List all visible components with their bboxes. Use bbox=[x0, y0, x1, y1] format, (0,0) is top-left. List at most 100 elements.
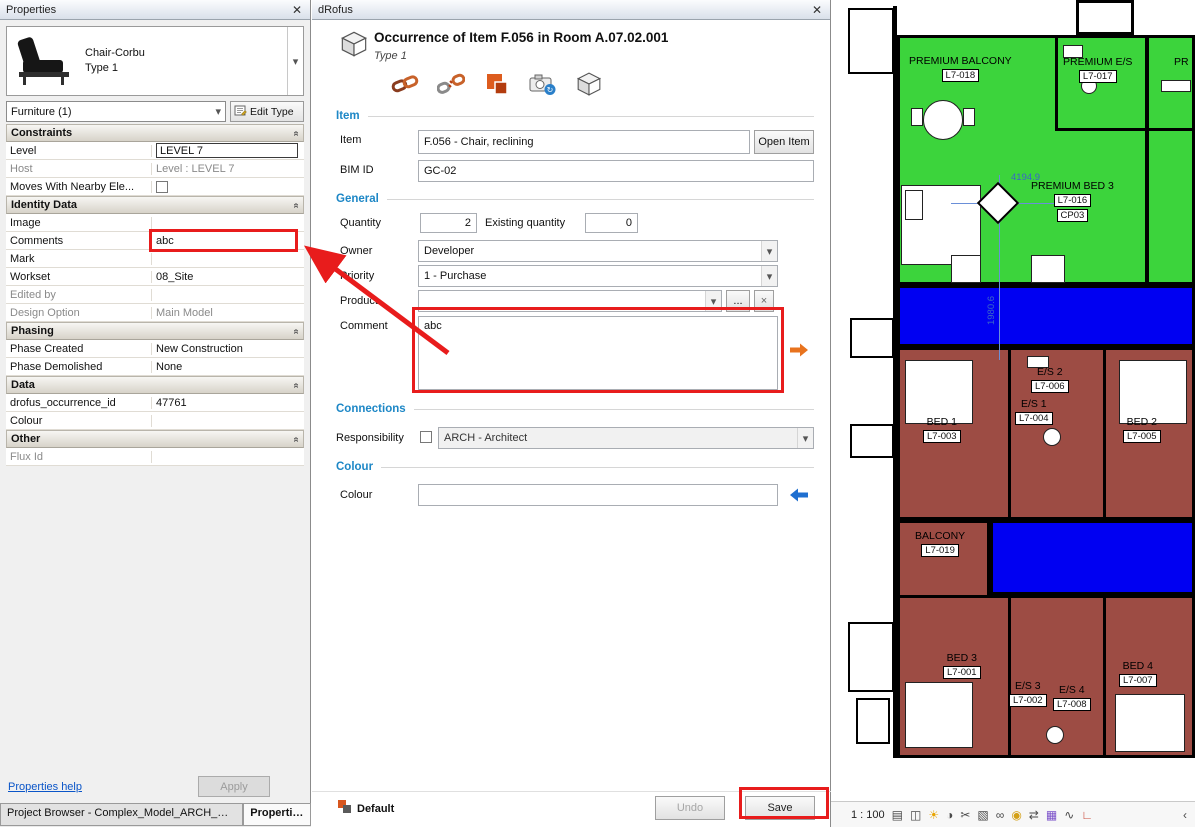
sink-symbol bbox=[1161, 80, 1191, 92]
bim-id-input[interactable]: GC-02 bbox=[418, 160, 814, 182]
product-dropdown[interactable]: ▾ bbox=[418, 290, 722, 312]
responsibility-checkbox[interactable] bbox=[420, 431, 432, 443]
edit-type-label: Edit Type bbox=[250, 106, 294, 118]
quantity-input[interactable]: 2 bbox=[420, 213, 477, 233]
product-label: Product bbox=[340, 295, 378, 307]
category-combobox[interactable]: Furniture (1) ▾ bbox=[6, 101, 226, 122]
unlink-icon[interactable] bbox=[436, 70, 466, 98]
floor-plan-view[interactable]: 4194.9 1980.6 PREMIUM BALCONY L7-018 PRE… bbox=[831, 0, 1195, 827]
comments-value-field[interactable]: abc bbox=[152, 232, 304, 249]
priority-dropdown[interactable]: 1 - Purchase ▾ bbox=[418, 265, 778, 287]
properties-titlebar[interactable]: Properties ✕ bbox=[0, 0, 310, 20]
owner-dropdown[interactable]: Developer ▾ bbox=[418, 240, 778, 262]
comment-label: Comment bbox=[340, 320, 388, 332]
section-data[interactable]: Data « bbox=[6, 376, 304, 394]
chevron-down-icon[interactable]: ▾ bbox=[287, 27, 303, 95]
bed-symbol bbox=[905, 360, 973, 424]
collapse-icon[interactable]: « bbox=[291, 382, 302, 388]
section-phasing[interactable]: Phasing « bbox=[6, 322, 304, 340]
section-constraints[interactable]: Constraints « bbox=[6, 124, 304, 142]
table-symbol bbox=[923, 100, 963, 140]
wall bbox=[1145, 35, 1149, 285]
undo-button[interactable]: Undo bbox=[655, 796, 725, 820]
pull-left-arrow-icon[interactable] bbox=[789, 488, 809, 505]
collapse-icon[interactable]: « bbox=[291, 328, 302, 334]
room-label: BED 1 L7-003 bbox=[923, 416, 961, 443]
colour-input[interactable] bbox=[418, 484, 778, 506]
detail-level-icon[interactable]: ▤ bbox=[892, 808, 903, 822]
chevron-down-icon: ▾ bbox=[705, 291, 721, 311]
property-row-image[interactable]: Image bbox=[6, 214, 304, 232]
default-settings[interactable]: Default bbox=[338, 800, 394, 817]
edit-type-button[interactable]: Edit Type bbox=[230, 101, 304, 122]
link-icon[interactable] bbox=[390, 70, 420, 98]
type-selector[interactable]: Chair-Corbu Type 1 ▾ bbox=[6, 26, 304, 96]
crop-view-icon[interactable]: ✂ bbox=[960, 808, 970, 822]
responsibility-dropdown[interactable]: ARCH - Architect ▾ bbox=[438, 427, 814, 449]
hide-isolate-icon[interactable]: ∞ bbox=[996, 808, 1005, 822]
save-button[interactable]: Save bbox=[745, 796, 815, 820]
balcony-outline bbox=[856, 698, 890, 744]
property-row-workset[interactable]: Workset 08_Site bbox=[6, 268, 304, 286]
room-label: PREMIUM BALCONY L7-018 bbox=[909, 55, 1012, 82]
close-icon[interactable]: ✕ bbox=[810, 3, 824, 17]
sun-path-icon[interactable]: ☀ bbox=[928, 808, 939, 822]
item-input[interactable]: F.056 - Chair, reclining bbox=[418, 130, 750, 154]
property-row-comments[interactable]: Comments abc bbox=[6, 232, 304, 250]
property-row-mark[interactable]: Mark bbox=[6, 250, 304, 268]
collapse-icon[interactable]: ‹ bbox=[1183, 808, 1187, 822]
camera-sync-icon[interactable]: ↻ bbox=[528, 70, 558, 98]
product-browse-button[interactable]: ... bbox=[726, 290, 750, 312]
close-icon[interactable]: ✕ bbox=[290, 3, 304, 17]
item-label: Item bbox=[340, 134, 361, 146]
family-name: Chair-Corbu bbox=[85, 46, 287, 61]
default-icon bbox=[338, 800, 352, 817]
property-row-level[interactable]: Level LEVEL 7 bbox=[6, 142, 304, 160]
3d-box-icon[interactable] bbox=[574, 70, 604, 98]
moves-with-nearby-checkbox[interactable] bbox=[156, 181, 168, 193]
corridor[interactable] bbox=[897, 285, 1195, 347]
dimension-label: 4194.9 bbox=[1011, 172, 1040, 183]
property-row-flux-id: Flux Id bbox=[6, 448, 304, 466]
property-row-host: Host Level : LEVEL 7 bbox=[6, 160, 304, 178]
crop-region-icon[interactable]: ▧ bbox=[977, 808, 988, 822]
wall bbox=[1055, 128, 1195, 131]
room-label: PREMIUM E/S L7-017 bbox=[1063, 56, 1132, 83]
property-row-drofus-occurrence-id[interactable]: drofus_occurrence_id 47761 bbox=[6, 394, 304, 412]
reveal-hidden-icon[interactable]: ◉ bbox=[1011, 808, 1021, 822]
property-row-moves-with-nearby[interactable]: Moves With Nearby Ele... bbox=[6, 178, 304, 196]
balcony-outline bbox=[850, 424, 894, 458]
collapse-icon[interactable]: « bbox=[291, 130, 302, 136]
apply-button[interactable]: Apply bbox=[198, 776, 270, 797]
constraints-icon[interactable]: ∟ bbox=[1081, 808, 1093, 822]
comment-textarea[interactable]: abc bbox=[418, 316, 778, 390]
section-other[interactable]: Other « bbox=[6, 430, 304, 448]
sync-occurrence-icon[interactable] bbox=[482, 70, 512, 98]
section-identity-data[interactable]: Identity Data « bbox=[6, 196, 304, 214]
balcony-outline bbox=[850, 318, 894, 358]
collapse-icon[interactable]: « bbox=[291, 436, 302, 442]
property-row-phase-created[interactable]: Phase Created New Construction bbox=[6, 340, 304, 358]
product-clear-button[interactable]: × bbox=[754, 290, 774, 312]
property-row-colour[interactable]: Colour bbox=[6, 412, 304, 430]
properties-help-link[interactable]: Properties help bbox=[8, 781, 82, 793]
shadows-icon[interactable]: ◑ bbox=[946, 808, 953, 822]
push-right-arrow-icon[interactable] bbox=[789, 343, 809, 360]
section-colour: Colour bbox=[336, 461, 814, 473]
view-scale[interactable]: 1 : 100 bbox=[851, 809, 885, 821]
svg-text:↻: ↻ bbox=[547, 86, 554, 95]
temp-view-icon[interactable]: ▦ bbox=[1046, 808, 1057, 822]
tab-properties[interactable]: Properties bbox=[243, 804, 311, 826]
level-value-field[interactable]: LEVEL 7 bbox=[156, 143, 298, 158]
open-item-button[interactable]: Open Item bbox=[754, 130, 814, 154]
existing-quantity-input[interactable]: 0 bbox=[585, 213, 638, 233]
worksharing-icon[interactable]: ⇄ bbox=[1029, 808, 1039, 822]
collapse-icon[interactable]: « bbox=[291, 202, 302, 208]
bed-symbol bbox=[905, 682, 973, 748]
drofus-titlebar[interactable]: dRofus ✕ bbox=[312, 0, 830, 20]
property-row-phase-demolished[interactable]: Phase Demolished None bbox=[6, 358, 304, 376]
tab-project-browser[interactable]: Project Browser - Complex_Model_ARCH_Wi.… bbox=[0, 804, 243, 826]
corridor[interactable] bbox=[990, 520, 1195, 595]
visual-style-icon[interactable]: ◫ bbox=[910, 808, 921, 822]
analytical-icon[interactable]: ∿ bbox=[1064, 808, 1074, 822]
